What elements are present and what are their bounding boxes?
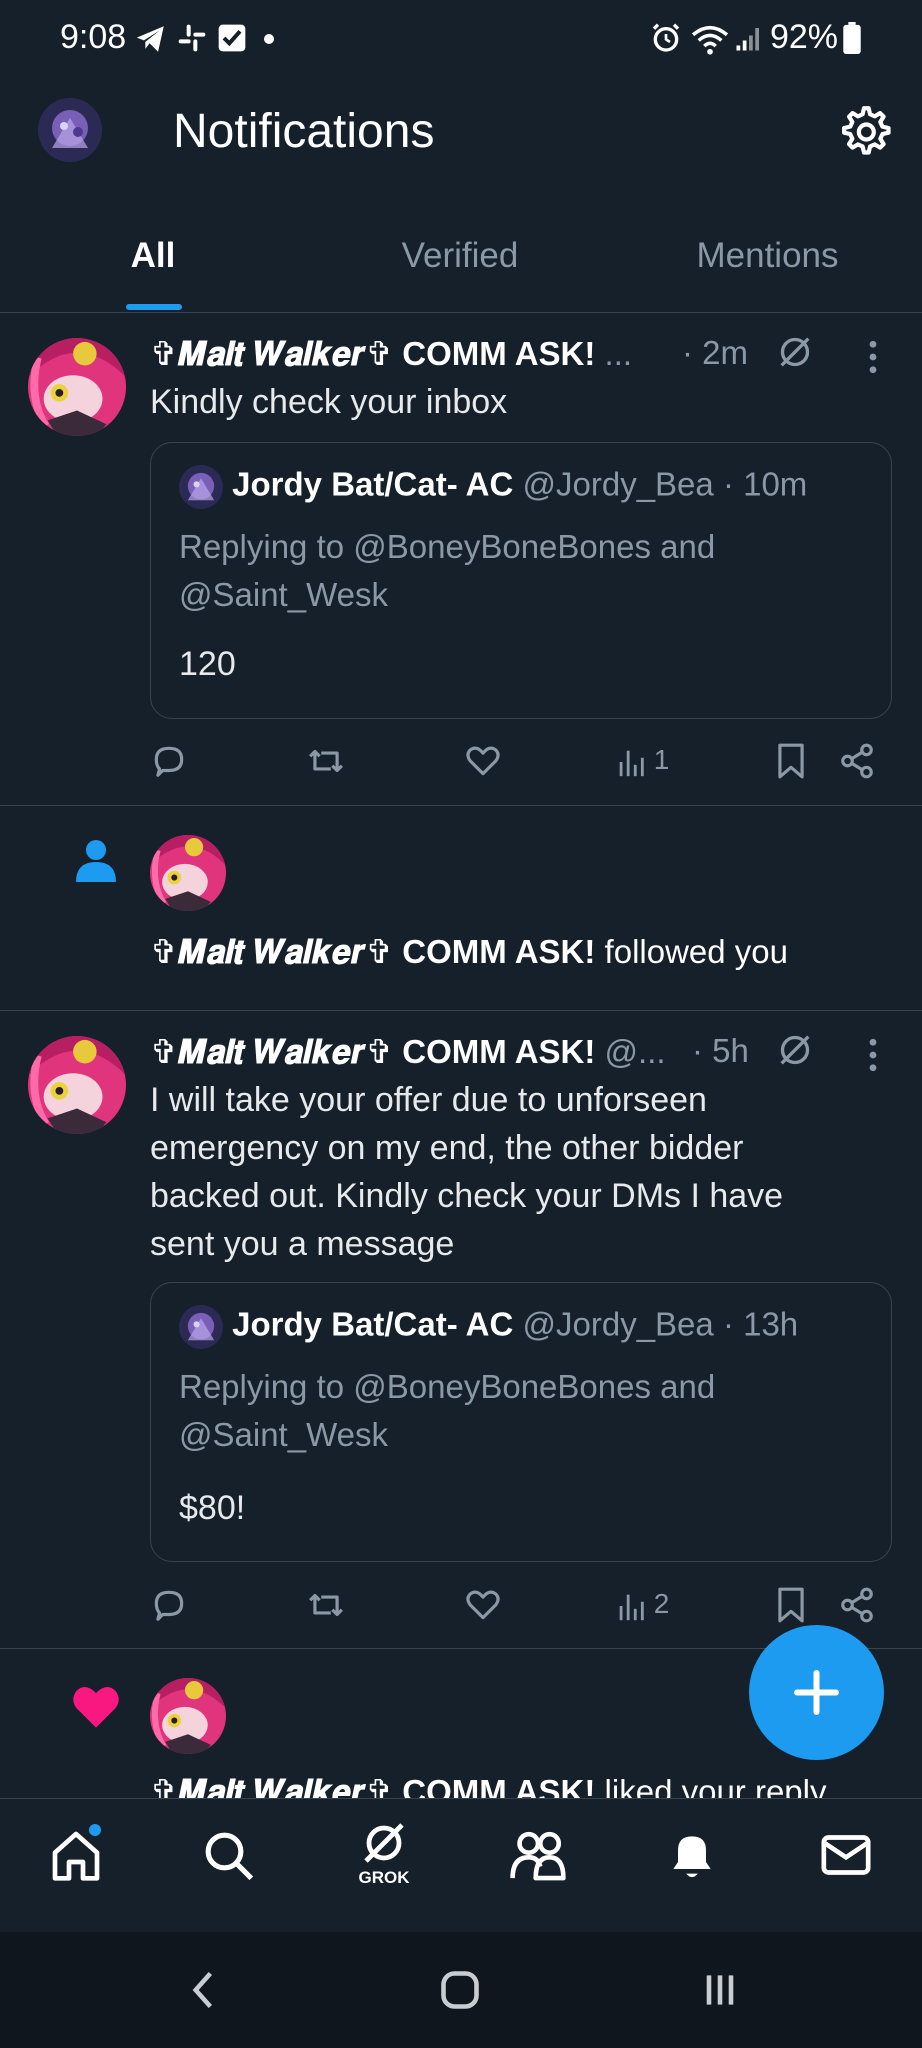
author-display-name-styled: ✞𝑴𝒂𝒍𝒕 𝑾𝒂𝒍𝒌𝒆𝒓✞ [150, 335, 394, 372]
follower-display-name-styled[interactable]: ✞𝑴𝒂𝒍𝒕 𝑾𝒂𝒍𝒌𝒆𝒓✞ [150, 933, 393, 970]
follow-text: ✞𝑴𝒂𝒍𝒕 𝑾𝒂𝒍𝒌𝒆𝒓✞ COMM ASK! followed you [150, 932, 788, 972]
nav-notifications[interactable] [664, 1827, 720, 1888]
alarm-icon [652, 23, 680, 52]
grok-icon[interactable] [775, 332, 815, 372]
system-navigation-bar [0, 1932, 922, 2048]
quoted-post-text: 120 [179, 645, 236, 683]
quoted-author-avatar [179, 1305, 223, 1349]
author-avatar[interactable] [28, 1036, 126, 1134]
settings-gear-icon[interactable] [836, 104, 892, 160]
slack-icon [178, 24, 206, 52]
quoted-author-name: Jordy Bat/Cat- AC [232, 1305, 514, 1343]
repost-icon[interactable] [306, 742, 346, 780]
divider [0, 1010, 922, 1011]
follower-avatar[interactable] [150, 835, 226, 911]
grok-label: GROK [358, 1868, 410, 1887]
mail-icon [821, 1835, 871, 1875]
dot-icon [264, 34, 274, 44]
quoted-post[interactable]: Jordy Bat/Cat- AC @Jordy_Bea · 10m Reply… [150, 442, 892, 719]
tab-mentions[interactable]: Mentions [680, 236, 855, 276]
like-heart-icon [73, 1686, 119, 1728]
grok-icon [364, 1823, 404, 1863]
nav-search[interactable] [200, 1827, 256, 1888]
author-avatar[interactable] [28, 338, 126, 436]
replying-to-text[interactable]: Replying to @BoneyBoneBones and @Saint_W… [179, 523, 859, 619]
reply-icon[interactable] [150, 742, 188, 780]
quoted-author-name: Jordy Bat/Cat- AC [232, 465, 514, 503]
bell-icon [673, 1836, 711, 1878]
my-avatar[interactable] [38, 98, 102, 162]
reply-icon[interactable] [150, 1586, 188, 1624]
replying-to-text[interactable]: Replying to @BoneyBoneBones and @Saint_W… [179, 1363, 859, 1459]
quoted-author-line: Jordy Bat/Cat- AC @Jordy_Bea · 13h [179, 1305, 798, 1349]
views-button[interactable]: 1 [616, 744, 669, 779]
status-bar: 9:08 92% [0, 0, 922, 80]
liker-avatar[interactable] [150, 1678, 226, 1754]
author-display-name: COMM ASK! [402, 335, 596, 372]
author-display-name: COMM ASK! [402, 1033, 596, 1070]
wifi-icon [691, 25, 729, 55]
quoted-author-avatar [179, 465, 223, 509]
author-name-line[interactable]: ✞𝑴𝒂𝒍𝒕 𝑾𝒂𝒍𝒌𝒆𝒓✞ COMM ASK! ... [150, 334, 632, 374]
share-icon[interactable] [838, 742, 876, 780]
divider [0, 805, 922, 806]
nav-messages[interactable] [818, 1827, 874, 1888]
author-handle: @... [604, 1033, 666, 1070]
follow-person-icon [76, 840, 116, 882]
author-handle: ... [604, 335, 633, 372]
quoted-post-time: · 13h [722, 1305, 799, 1343]
plus-icon [794, 1670, 839, 1715]
nav-communities[interactable] [508, 1827, 568, 1888]
battery-icon [843, 22, 861, 54]
post-text: Kindly check your inbox [150, 383, 508, 421]
more-options-icon[interactable] [863, 1038, 883, 1072]
unread-dot-icon [89, 1824, 101, 1836]
active-tab-indicator [126, 304, 182, 310]
communities-icon [510, 1831, 566, 1881]
quoted-author-handle: @Jordy_Bea [522, 465, 714, 503]
quoted-post-time: · 10m [722, 465, 808, 503]
status-time: 9:08 [60, 18, 127, 56]
quoted-author-line: Jordy Bat/Cat- AC @Jordy_Bea · 10m [179, 465, 807, 509]
bookmark-icon[interactable] [774, 1586, 808, 1624]
tab-divider [0, 312, 922, 313]
compose-button[interactable] [749, 1625, 884, 1760]
repost-icon[interactable] [306, 1586, 346, 1624]
views-count: 2 [653, 1588, 670, 1619]
telegram-icon [136, 26, 164, 52]
back-icon[interactable] [186, 1968, 220, 2012]
checkbox-icon [218, 24, 246, 52]
home-button-icon[interactable] [438, 1968, 482, 2012]
follow-action-text: followed you [604, 933, 788, 970]
like-icon[interactable] [464, 742, 502, 780]
like-icon[interactable] [464, 1586, 502, 1624]
author-name-line[interactable]: ✞𝑴𝒂𝒍𝒕 𝑾𝒂𝒍𝒌𝒆𝒓✞ COMM ASK! @... [150, 1032, 666, 1072]
bottom-navigation: GROK [0, 1798, 922, 1933]
grok-icon[interactable] [775, 1030, 815, 1070]
post-time: · 5h [692, 1032, 749, 1069]
follower-display-name[interactable]: COMM ASK! [402, 933, 595, 970]
share-icon[interactable] [838, 1586, 876, 1624]
tab-verified[interactable]: Verified [380, 236, 540, 276]
tab-all[interactable]: All [100, 236, 206, 276]
quoted-post[interactable]: Jordy Bat/Cat- AC @Jordy_Bea · 13h Reply… [150, 1282, 892, 1562]
nav-home[interactable] [48, 1824, 104, 1888]
quoted-post-text: $80! [179, 1489, 246, 1527]
search-icon [205, 1832, 254, 1881]
recent-apps-icon[interactable] [700, 1968, 740, 2012]
battery-percentage: 92% [769, 18, 838, 56]
nav-grok[interactable]: GROK [354, 1821, 414, 1888]
page-title: Notifications [173, 105, 435, 158]
views-chart-icon [619, 750, 644, 776]
bookmark-icon[interactable] [774, 742, 808, 780]
author-display-name-styled: ✞𝑴𝒂𝒍𝒕 𝑾𝒂𝒍𝒌𝒆𝒓✞ [150, 1033, 394, 1070]
more-options-icon[interactable] [863, 340, 883, 374]
views-button[interactable]: 2 [616, 1588, 669, 1623]
quoted-author-handle: @Jordy_Bea [522, 1305, 714, 1343]
post-time: · 2m [682, 334, 748, 371]
views-count: 1 [653, 744, 670, 775]
post-text: I will take your offer due to unforseen … [150, 1081, 784, 1263]
signal-icon [736, 28, 759, 51]
views-chart-icon [619, 1594, 644, 1620]
